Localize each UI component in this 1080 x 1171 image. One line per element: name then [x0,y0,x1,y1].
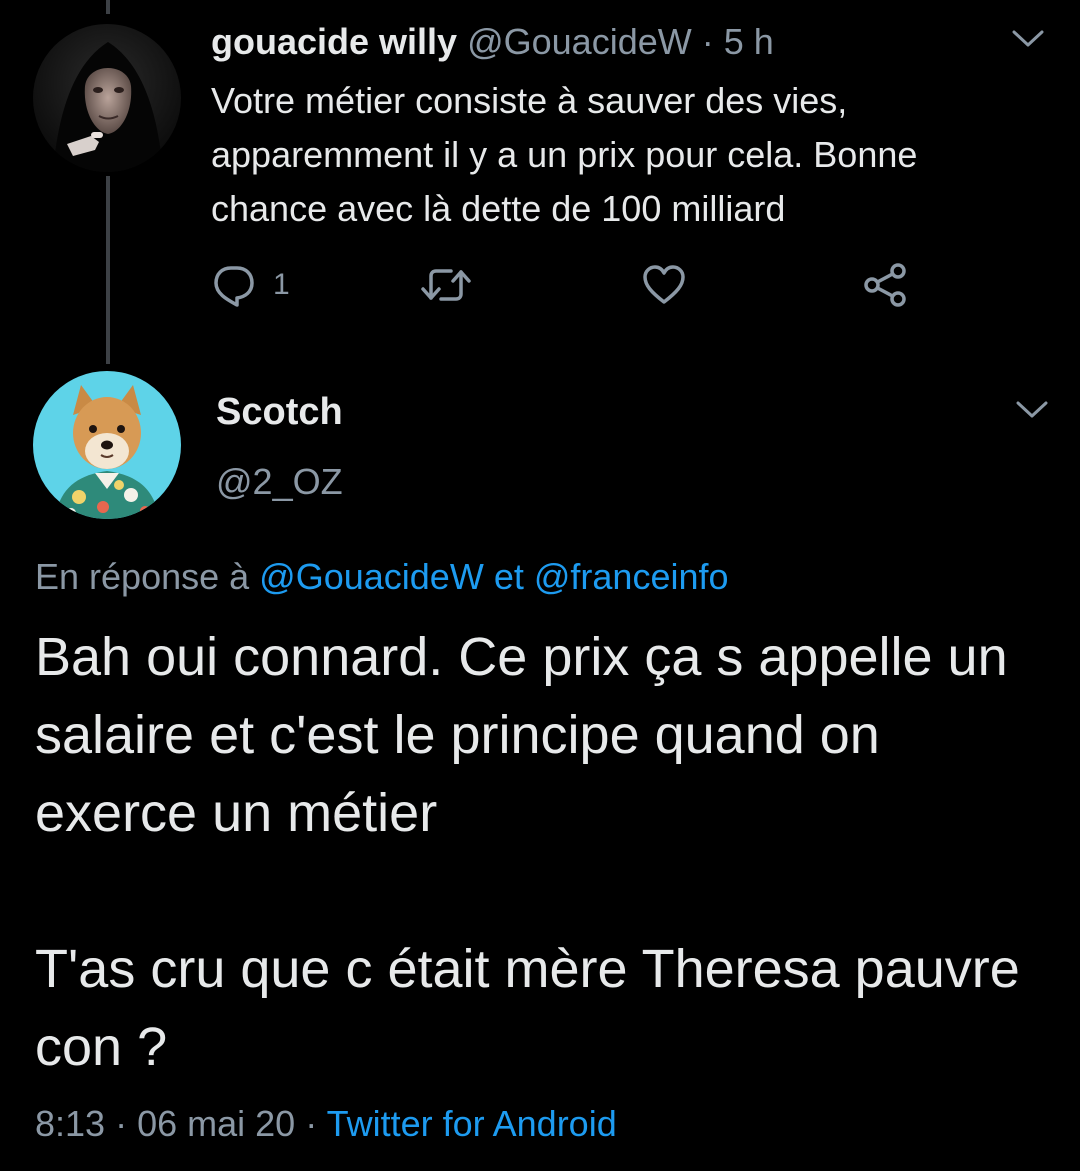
avatar-gouacide[interactable] [33,24,181,172]
replying-to-line: En réponse à @GouacideW et @franceinfo [35,552,729,602]
footer-separator-2: · [305,1103,318,1144]
reply-mention-franceinfo[interactable]: @franceinfo [534,556,729,597]
like-button[interactable] [641,258,687,312]
retweet-button[interactable] [419,258,473,312]
avatar-hooded-figure-image [33,24,181,172]
avatar-shiba-dog-image [33,371,181,519]
avatar-scotch[interactable] [33,371,181,519]
reply-conjunction: et [493,556,524,597]
parent-display-name[interactable]: gouacide willy [211,21,457,62]
share-icon [864,263,906,307]
thread-line-top [106,0,110,14]
author-handle[interactable]: @2_OZ [216,458,343,506]
tweet-body: Bah oui connard. Ce prix ça s appelle un… [35,618,1055,1086]
footer-separator: · [115,1103,128,1144]
tweet-date[interactable]: 06 mai 20 [137,1103,295,1144]
tweet-paragraph-1: Bah oui connard. Ce prix ça s appelle un… [35,627,1008,843]
tweet-time[interactable]: 8:13 [35,1103,105,1144]
chevron-down-icon[interactable] [1010,28,1046,50]
retweet-icon [421,269,471,301]
reply-button[interactable]: 1 [211,258,290,312]
share-button[interactable] [861,258,909,312]
tweet-paragraph-2: T'as cru que c était mère Theresa pauvre… [35,939,1020,1077]
chevron-down-icon[interactable] [1014,399,1050,421]
reply-icon [214,266,254,307]
reply-count: 1 [273,268,290,301]
tweet-meta-footer: 8:13 · 06 mai 20 · Twitter for Android [35,1098,617,1150]
parent-handle[interactable]: @GouacideW [467,21,692,62]
parent-time-ago[interactable]: 5 h [724,21,774,62]
thread-line [106,176,110,364]
reply-mention-gouacidew[interactable]: @GouacideW [259,556,484,597]
parent-tweet-header: gouacide willy @GouacideW · 5 h [211,20,774,64]
heart-icon [643,265,685,304]
reply-prefix: En réponse à [35,556,250,597]
author-display-name[interactable]: Scotch [216,388,343,436]
tweet-source[interactable]: Twitter for Android [327,1103,617,1144]
parent-tweet-text: Votre métier consiste à sauver des vies,… [211,80,918,229]
header-separator: · [701,21,714,62]
